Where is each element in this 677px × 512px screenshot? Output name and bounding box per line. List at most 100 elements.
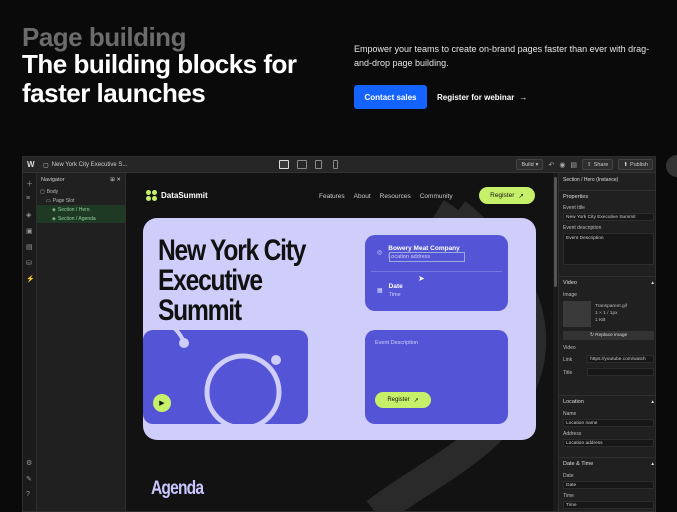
tree-item-label: Section / Agenda <box>57 215 96 222</box>
components-icon[interactable]: ◈ <box>26 211 31 219</box>
hero-card[interactable]: New York City Executive Summit ◎ Bowery … <box>143 218 536 440</box>
register-webinar-link[interactable]: Register for webinar → <box>437 85 527 109</box>
settings-icon[interactable]: ⚙ <box>26 459 32 467</box>
chevron-up-icon: ▴ <box>651 461 654 467</box>
site-brand: DataSummit <box>161 191 208 200</box>
pages-icon[interactable]: ▤ <box>26 243 33 251</box>
event-description-label: Event description <box>563 225 602 231</box>
mode-dropdown[interactable]: Build ▾ <box>516 159 544 170</box>
datasummit-logo-icon <box>146 190 157 201</box>
event-title-input[interactable]: New York City Executive Summit <box>563 213 654 221</box>
selected-element-label: Section / Hero (Instance) <box>563 177 619 183</box>
contact-sales-button[interactable]: Contact sales <box>354 85 427 109</box>
location-section-header[interactable]: Location ▴ <box>559 395 655 407</box>
time-label: Time <box>563 493 574 499</box>
date-text: Date Time <box>389 283 403 298</box>
register-webinar-label: Register for webinar <box>437 92 515 102</box>
comments-icon[interactable]: ▤ <box>570 161 577 169</box>
video-link-input[interactable]: https://youtube.com/watch <box>587 355 654 363</box>
tree-item-section-hero[interactable]: ◈ Section / Hero <box>37 205 125 214</box>
tablet-breakpoint-icon[interactable] <box>297 160 307 169</box>
properties-header: Properties <box>559 190 655 202</box>
video-section-header[interactable]: Video ▴ <box>559 276 655 288</box>
video-section-title: Video <box>563 280 577 286</box>
date-line: ▦ Date Time <box>377 283 403 298</box>
play-video-button[interactable]: ▶ <box>153 394 171 412</box>
scrollbar-thumb[interactable] <box>554 177 557 287</box>
share-button[interactable]: ⇪ Share <box>582 159 614 170</box>
image-label: Image <box>563 292 577 298</box>
pin-icon[interactable]: ⊞ ✕ <box>110 177 121 183</box>
replace-label: Replace image <box>595 333 628 338</box>
tree-item-page-slot[interactable]: ▭ Page Slot <box>37 196 125 205</box>
undo-icon[interactable]: ↶ <box>548 161 554 169</box>
nav-link-community[interactable]: Community <box>420 193 453 200</box>
editor-topbar: W ▢ New York City Executive S... Build ▾ … <box>23 157 655 173</box>
location-name-input[interactable]: Location name <box>563 419 654 427</box>
location-address-input[interactable]: Location address <box>563 439 654 447</box>
arrow-up-right-icon: ↗ <box>413 397 419 404</box>
event-title-label: Event title <box>563 205 585 211</box>
body-icon: ▢ <box>40 188 45 195</box>
nav-link-resources[interactable]: Resources <box>380 193 411 200</box>
time-input[interactable]: Time <box>563 501 654 509</box>
design-canvas[interactable]: DataSummit Features About Resources Comm… <box>126 173 558 511</box>
rocket-icon: ⬆ <box>623 161 628 168</box>
site-nav-links: Features About Resources Community <box>319 193 453 200</box>
title-label: Title <box>563 370 573 376</box>
card-register-button[interactable]: Register ↗ <box>375 392 431 408</box>
nav-link-features[interactable]: Features <box>319 193 345 200</box>
date-input[interactable]: Date <box>563 481 654 489</box>
date-label: Date <box>563 473 574 479</box>
page-name: New York City Executive S... <box>51 162 128 168</box>
cms-icon[interactable]: ⛁ <box>26 259 32 267</box>
image-thumbnail[interactable] <box>563 301 591 327</box>
slot-icon: ▭ <box>46 197 51 204</box>
navigator-icon[interactable]: ≡ <box>26 195 30 202</box>
datetime-section-header[interactable]: Date & Time ▴ <box>559 457 655 469</box>
tree-item-body[interactable]: ▢ Body <box>37 187 125 196</box>
location-section-title: Location <box>563 399 584 405</box>
address-label: Address <box>563 431 582 437</box>
interactions-icon[interactable]: ⚡ <box>26 275 35 283</box>
thumb-dimensions: 1 × 1 / 1px <box>595 311 618 316</box>
mobile-landscape-icon[interactable] <box>315 160 322 169</box>
video-card[interactable]: ▶ <box>143 330 308 424</box>
audit-icon[interactable]: ✎ <box>26 475 32 483</box>
video-label: Video <box>563 345 576 351</box>
chevron-down-icon: ▾ <box>535 161 539 168</box>
publish-button[interactable]: ⬆ Publish <box>618 159 653 170</box>
tree-item-label: Page Slot <box>52 197 75 204</box>
page-selector[interactable]: ▢ New York City Executive S... <box>43 160 143 170</box>
share-label: Share <box>593 161 609 168</box>
hero-description: Empower your teams to create on-brand pa… <box>354 44 650 68</box>
video-title-input[interactable] <box>587 368 654 376</box>
editor-window: W ▢ New York City Executive S... Build ▾ … <box>22 156 656 512</box>
tree-item-label: Section / Hero <box>57 206 90 213</box>
thumb-filesize: 1 KB <box>595 318 606 323</box>
carousel-next-button[interactable] <box>666 155 677 177</box>
navigator-title: Navigator <box>41 177 65 183</box>
help-icon[interactable]: ? <box>26 491 30 498</box>
desktop-breakpoint-icon[interactable] <box>279 160 289 169</box>
mode-label: Build <box>521 161 534 168</box>
mobile-portrait-icon[interactable] <box>333 160 338 169</box>
tree-item-section-agenda[interactable]: ◈ Section / Agenda <box>37 214 125 223</box>
venue-card[interactable]: ◎ Bowery Meat Company Location address ▦… <box>365 235 508 311</box>
assets-icon[interactable]: ▣ <box>26 227 33 235</box>
event-description-input[interactable]: Event Description <box>563 233 654 265</box>
replace-image-button[interactable]: ↻ Replace image <box>563 331 654 340</box>
chevron-up-icon: ▴ <box>651 399 654 405</box>
site-register-button[interactable]: Register ↗ <box>479 187 535 204</box>
description-card[interactable]: Event Description Register ↗ <box>365 330 508 424</box>
event-title: New York City Executive Summit <box>158 234 306 327</box>
add-icon[interactable]: ＋ <box>26 179 33 189</box>
site-logo[interactable]: DataSummit <box>146 190 208 201</box>
topbar-actions: Build ▾ ↶ ◉ ▤ ⇪ Share ⬆ Publish <box>516 159 653 170</box>
nav-link-about[interactable]: About <box>354 193 371 200</box>
mouse-cursor-icon: ➤ <box>418 274 425 283</box>
preview-icon[interactable]: ◉ <box>559 161 565 169</box>
webflow-logo[interactable]: W <box>27 160 35 169</box>
agenda-heading: Agenda <box>151 478 204 499</box>
arrow-right-icon: → <box>519 92 528 102</box>
